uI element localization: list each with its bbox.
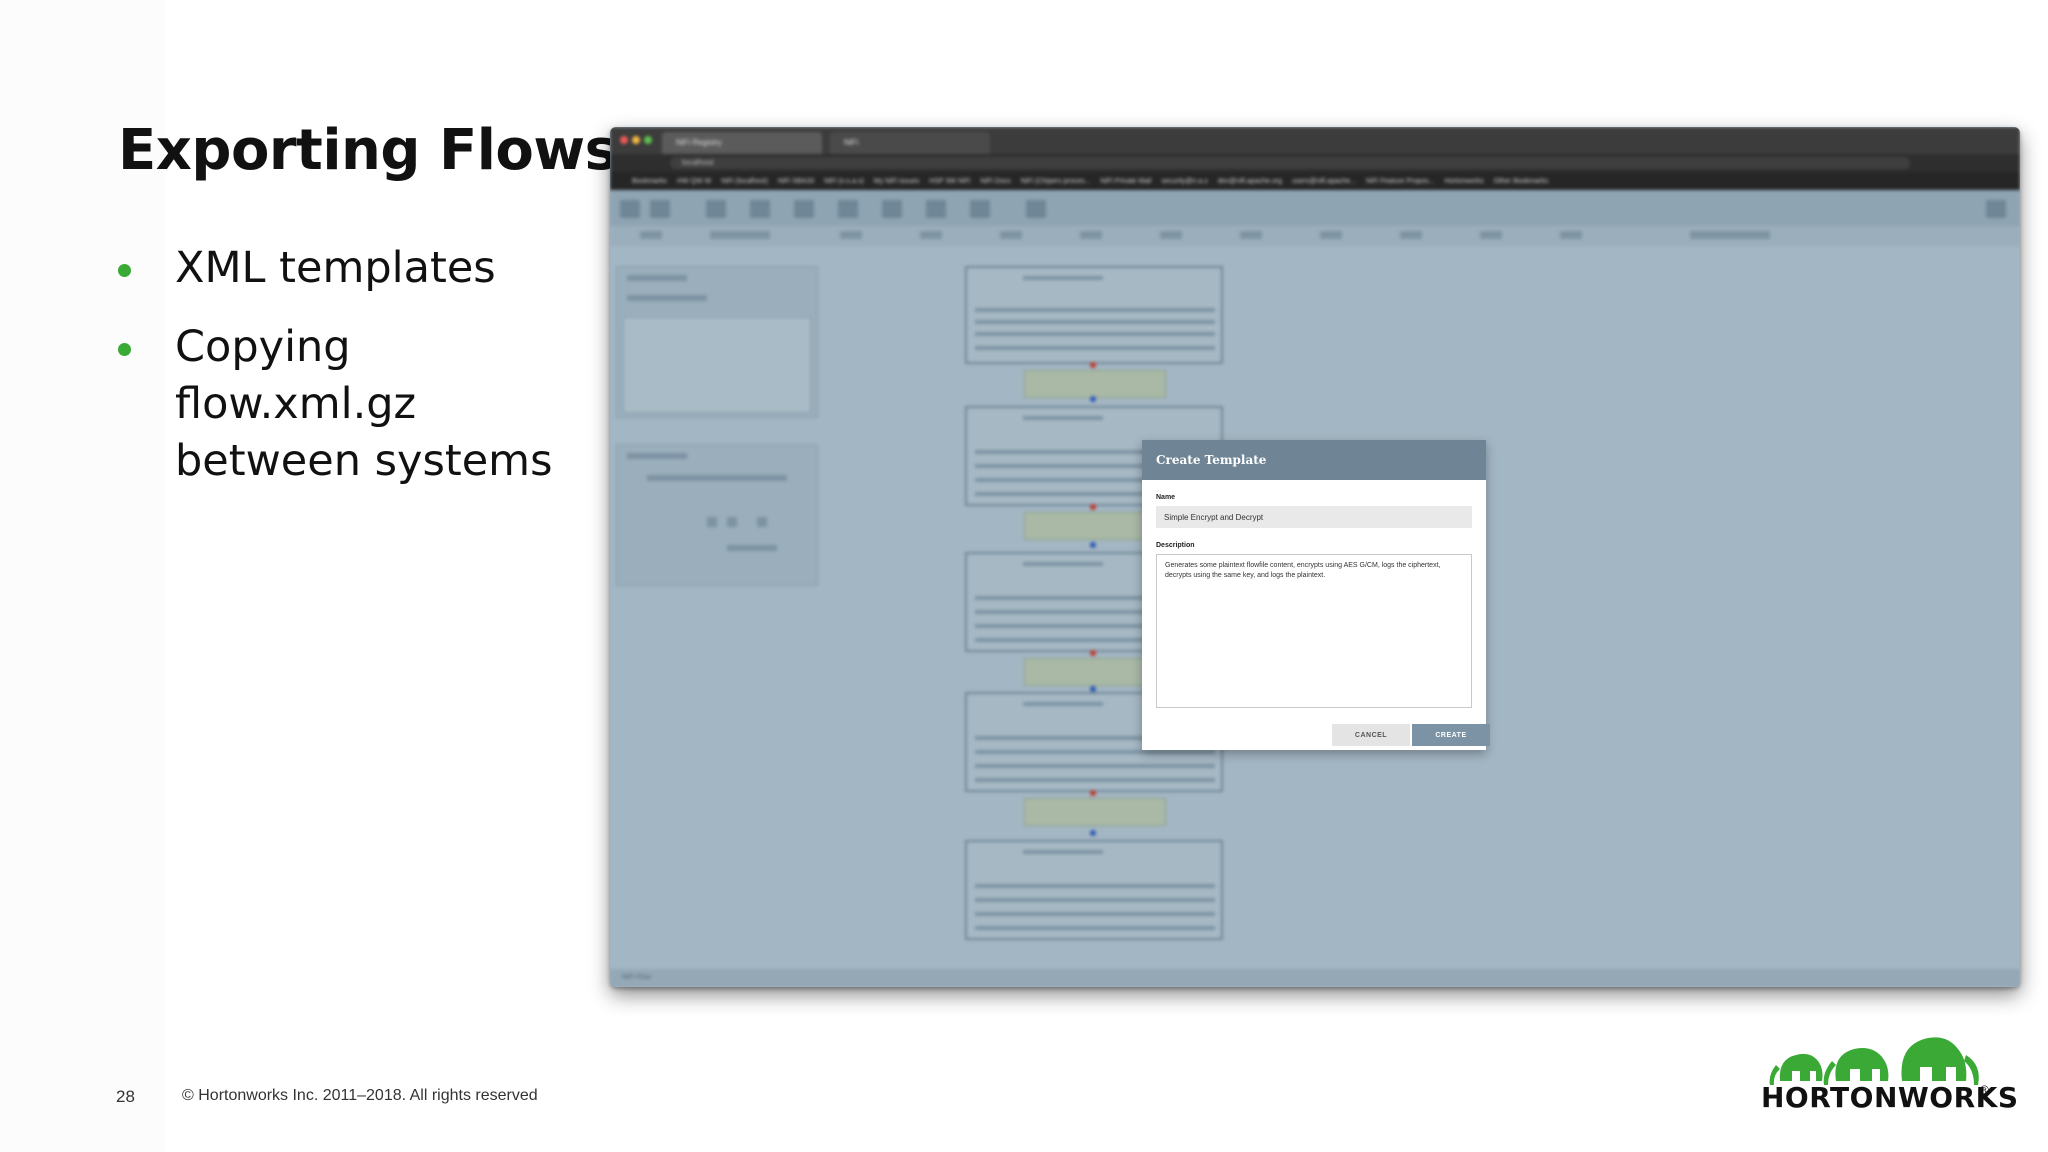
bullet-item: XML templates (118, 240, 598, 297)
page-number: 28 (116, 1087, 135, 1106)
bookmark-item[interactable]: My NiFi issues (874, 178, 920, 185)
input-port-tool-icon[interactable] (650, 200, 670, 218)
nifi-status-bar (610, 226, 2020, 247)
bookmark-item[interactable]: security@n.a.s (1161, 178, 1207, 185)
bookmarks-bar: Bookmarks HW QW W NiFi (localhost) NiFi … (610, 172, 2020, 190)
bookmark-item[interactable]: Bookmarks (632, 178, 667, 185)
bookmark-item[interactable]: NiFi Docs (980, 178, 1010, 185)
processor-box[interactable] (965, 266, 1223, 364)
bookmark-item[interactable]: NiFi Feature Propos... (1366, 178, 1434, 185)
output-port-tool-icon[interactable] (706, 200, 726, 218)
bullet-list: XML templates Copying flow.xml.gz betwee… (118, 240, 598, 512)
breadcrumb[interactable]: NiFi Flow (610, 969, 2020, 987)
cancel-button[interactable]: CANCEL (1332, 724, 1410, 746)
funnel-tool-icon[interactable] (838, 200, 858, 218)
processor-box[interactable] (965, 840, 1223, 940)
nifi-component-toolbar (610, 190, 2020, 226)
navigate-panel (616, 266, 818, 418)
browser-tab-nifi-registry[interactable]: NiFi Registry (662, 132, 822, 154)
bookmark-item[interactable]: NiFi (n.s.a.s) (824, 178, 864, 185)
dialog-title: Create Template (1142, 440, 1486, 480)
browser-tab-strip: NiFi Registry NiFi (610, 127, 2020, 154)
bookmark-item[interactable]: users@nifi.apache... (1292, 178, 1356, 185)
description-label: Description (1156, 542, 1195, 549)
process-group-tool-icon[interactable] (750, 200, 770, 218)
bookmark-item[interactable]: NiFi (Chipers proces... (1021, 178, 1091, 185)
bookmark-item[interactable]: dev@nifi.apache.org (1218, 178, 1282, 185)
logo-registered-mark: ® (1980, 1083, 1989, 1097)
bookmark-item[interactable]: NiFi Private Mail (1100, 178, 1151, 185)
bookmark-item[interactable]: HW QW W (677, 178, 711, 185)
maximize-window-icon[interactable] (644, 136, 652, 144)
remote-group-tool-icon[interactable] (794, 200, 814, 218)
browser-tab-nifi[interactable]: NiFi (830, 132, 990, 154)
bookmark-item[interactable]: Other Bookmarks (1494, 178, 1548, 185)
address-bar[interactable]: localhost (670, 157, 1910, 169)
operate-selection-text (647, 475, 787, 481)
template-name-input[interactable] (1156, 506, 1472, 528)
close-window-icon[interactable] (620, 136, 628, 144)
copyright-text: © Hortonworks Inc. 2011–2018. All rights… (182, 1087, 538, 1104)
label-add-tool-icon[interactable] (1026, 200, 1046, 218)
bookmark-item[interactable]: NiFi (localhost) (721, 178, 768, 185)
create-template-dialog: Create Template Name Description Generat… (1142, 440, 1490, 750)
slide-title: Exporting Flows (118, 118, 618, 183)
minimize-window-icon[interactable] (632, 136, 640, 144)
create-button[interactable]: CREATE (1412, 724, 1490, 746)
bookmark-item[interactable]: HSP 3W NiFi (929, 178, 970, 185)
operate-panel (616, 444, 818, 586)
bookmark-item[interactable]: Hortonworks (1444, 178, 1483, 185)
bookmark-item[interactable]: NiFi SBA33 (778, 178, 814, 185)
processor-tool-icon[interactable] (620, 200, 640, 218)
version-tool-icon[interactable] (970, 200, 990, 218)
template-description-input[interactable]: Generates some plaintext flowfile conten… (1156, 554, 1472, 708)
label-tool-icon[interactable] (926, 200, 946, 218)
name-label: Name (1156, 494, 1176, 501)
address-row: localhost (610, 154, 2020, 172)
menu-icon[interactable] (1986, 200, 2006, 218)
nifi-screenshot: NiFi Registry NiFi localhost Bookmarks H… (610, 127, 2020, 987)
bullet-item: Copying flow.xml.gz between systems (118, 319, 598, 490)
template-tool-icon[interactable] (882, 200, 902, 218)
